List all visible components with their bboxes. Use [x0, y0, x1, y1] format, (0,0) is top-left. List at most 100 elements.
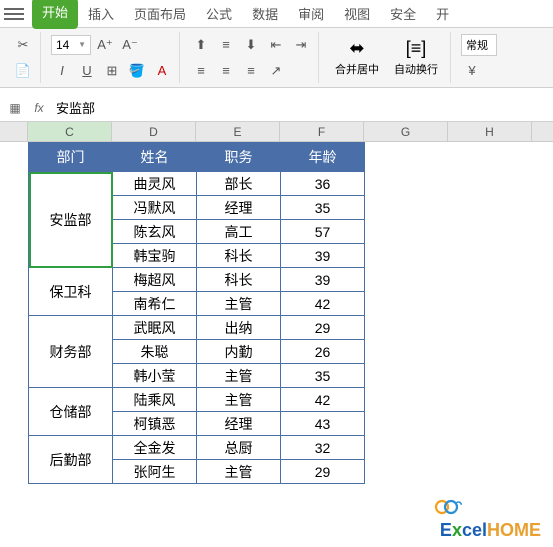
copy-button[interactable]: 📄 [12, 60, 34, 82]
tab-审阅[interactable]: 审阅 [288, 0, 334, 29]
italic-button[interactable]: I [51, 60, 73, 82]
decrease-font-button[interactable]: A⁻ [119, 34, 141, 56]
dept-cell[interactable]: 保卫科 [29, 268, 113, 316]
cell-age[interactable]: 39 [281, 244, 365, 268]
cell-name[interactable]: 武眠风 [113, 316, 197, 340]
cell-role[interactable]: 科长 [197, 244, 281, 268]
col-header-D[interactable]: D [112, 122, 196, 141]
cell-role[interactable]: 经理 [197, 196, 281, 220]
indent-left-button[interactable]: ⇤ [265, 34, 287, 56]
currency-button[interactable]: ¥ [461, 60, 483, 82]
font-size-value: 14 [56, 38, 69, 52]
col-header-E[interactable]: E [196, 122, 280, 141]
cell-role[interactable]: 经理 [197, 412, 281, 436]
cell-name[interactable]: 曲灵风 [113, 172, 197, 196]
align-center-button[interactable]: ≡ [215, 60, 237, 82]
cell-role[interactable]: 科长 [197, 268, 281, 292]
cell-name[interactable]: 韩宝驹 [113, 244, 197, 268]
border-button[interactable]: ⊞ [101, 60, 123, 82]
cell-age[interactable]: 57 [281, 220, 365, 244]
grid: 部门姓名职务年龄安监部曲灵风部长36冯默风经理35陈玄风高工57韩宝驹科长39保… [0, 142, 553, 484]
col-header-C[interactable]: C [28, 122, 112, 141]
cell-role[interactable]: 主管 [197, 388, 281, 412]
cell-name[interactable]: 陆乘风 [113, 388, 197, 412]
cell-role[interactable]: 高工 [197, 220, 281, 244]
cell-age[interactable]: 43 [281, 412, 365, 436]
cell-age[interactable]: 29 [281, 460, 365, 484]
col-header-H[interactable]: H [448, 122, 532, 141]
align-right-button[interactable]: ≡ [240, 60, 262, 82]
select-all-corner[interactable] [0, 122, 28, 141]
table-header[interactable]: 姓名 [113, 143, 197, 172]
cell-role[interactable]: 主管 [197, 292, 281, 316]
tab-公式[interactable]: 公式 [196, 0, 242, 29]
cell-name[interactable]: 全金发 [113, 436, 197, 460]
fx-icon[interactable]: fx [30, 99, 48, 117]
tab-页面布局[interactable]: 页面布局 [124, 0, 196, 29]
font-size-select[interactable]: 14 ▼ [51, 35, 91, 55]
align-top-button[interactable]: ⬆ [190, 34, 212, 56]
col-header-F[interactable]: F [280, 122, 364, 141]
orientation-button[interactable]: ↗ [265, 60, 287, 82]
align-group: ⬆ ≡ ⬇ ⇤ ⇥ ≡ ≡ ≡ ↗ [184, 32, 319, 83]
cell-role[interactable]: 总厨 [197, 436, 281, 460]
cell-role[interactable]: 出纳 [197, 316, 281, 340]
data-table: 部门姓名职务年龄安监部曲灵风部长36冯默风经理35陈玄风高工57韩宝驹科长39保… [28, 142, 365, 484]
cell-age[interactable]: 35 [281, 196, 365, 220]
table-header[interactable]: 部门 [29, 143, 113, 172]
wrap-text-button[interactable]: [≡] 自动换行 [388, 36, 444, 79]
cell-age[interactable]: 42 [281, 292, 365, 316]
cell-age[interactable]: 32 [281, 436, 365, 460]
tab-开[interactable]: 开 [426, 0, 459, 29]
col-header-G[interactable]: G [364, 122, 448, 141]
cell-name[interactable]: 韩小莹 [113, 364, 197, 388]
cell-name[interactable]: 南希仁 [113, 292, 197, 316]
cell-age[interactable]: 26 [281, 340, 365, 364]
watermark-text: ExcelHOME [440, 520, 541, 541]
tab-安全[interactable]: 安全 [380, 0, 426, 29]
cell-age[interactable]: 42 [281, 388, 365, 412]
merge-label: 合并居中 [335, 61, 379, 77]
ribbon-tabs: 开始插入页面布局公式数据审阅视图安全开 [0, 0, 553, 28]
increase-font-button[interactable]: A⁺ [94, 34, 116, 56]
formula-input[interactable] [54, 98, 547, 117]
align-middle-button[interactable]: ≡ [215, 34, 237, 56]
cell-age[interactable]: 39 [281, 268, 365, 292]
indent-right-button[interactable]: ⇥ [290, 34, 312, 56]
merge-center-button[interactable]: ⬌ 合并居中 [329, 36, 385, 79]
tab-插入[interactable]: 插入 [78, 0, 124, 29]
dept-cell[interactable]: 后勤部 [29, 436, 113, 484]
tab-开始[interactable]: 开始 [32, 0, 78, 29]
table-header[interactable]: 年龄 [281, 143, 365, 172]
underline-button[interactable]: U [76, 60, 98, 82]
cell-age[interactable]: 35 [281, 364, 365, 388]
table-header[interactable]: 职务 [197, 143, 281, 172]
cell-age[interactable]: 29 [281, 316, 365, 340]
font-color-button[interactable]: A [151, 60, 173, 82]
cell-name[interactable]: 梅超风 [113, 268, 197, 292]
menu-icon[interactable] [4, 4, 24, 24]
fill-color-button[interactable]: 🪣 [126, 60, 148, 82]
dept-cell[interactable]: 安监部 [29, 172, 113, 268]
dept-cell[interactable]: 财务部 [29, 316, 113, 388]
table-row: 后勤部全金发总厨32 [29, 436, 365, 460]
name-box-icon[interactable]: ▦ [6, 99, 24, 117]
cut-button[interactable]: ✂ [12, 34, 34, 56]
cell-role[interactable]: 主管 [197, 460, 281, 484]
cell-name[interactable]: 冯默风 [113, 196, 197, 220]
cell-role[interactable]: 部长 [197, 172, 281, 196]
cell-name[interactable]: 张阿生 [113, 460, 197, 484]
align-left-button[interactable]: ≡ [190, 60, 212, 82]
cell-name[interactable]: 柯镇恶 [113, 412, 197, 436]
cell-role[interactable]: 主管 [197, 364, 281, 388]
align-bottom-button[interactable]: ⬇ [240, 34, 262, 56]
cell-name[interactable]: 朱聪 [113, 340, 197, 364]
font-group: 14 ▼ A⁺ A⁻ I U ⊞ 🪣 A [45, 32, 180, 83]
cell-age[interactable]: 36 [281, 172, 365, 196]
tab-数据[interactable]: 数据 [242, 0, 288, 29]
number-format-select[interactable]: 常规 [461, 34, 497, 56]
dept-cell[interactable]: 仓储部 [29, 388, 113, 436]
tab-视图[interactable]: 视图 [334, 0, 380, 29]
cell-role[interactable]: 内勤 [197, 340, 281, 364]
cell-name[interactable]: 陈玄风 [113, 220, 197, 244]
